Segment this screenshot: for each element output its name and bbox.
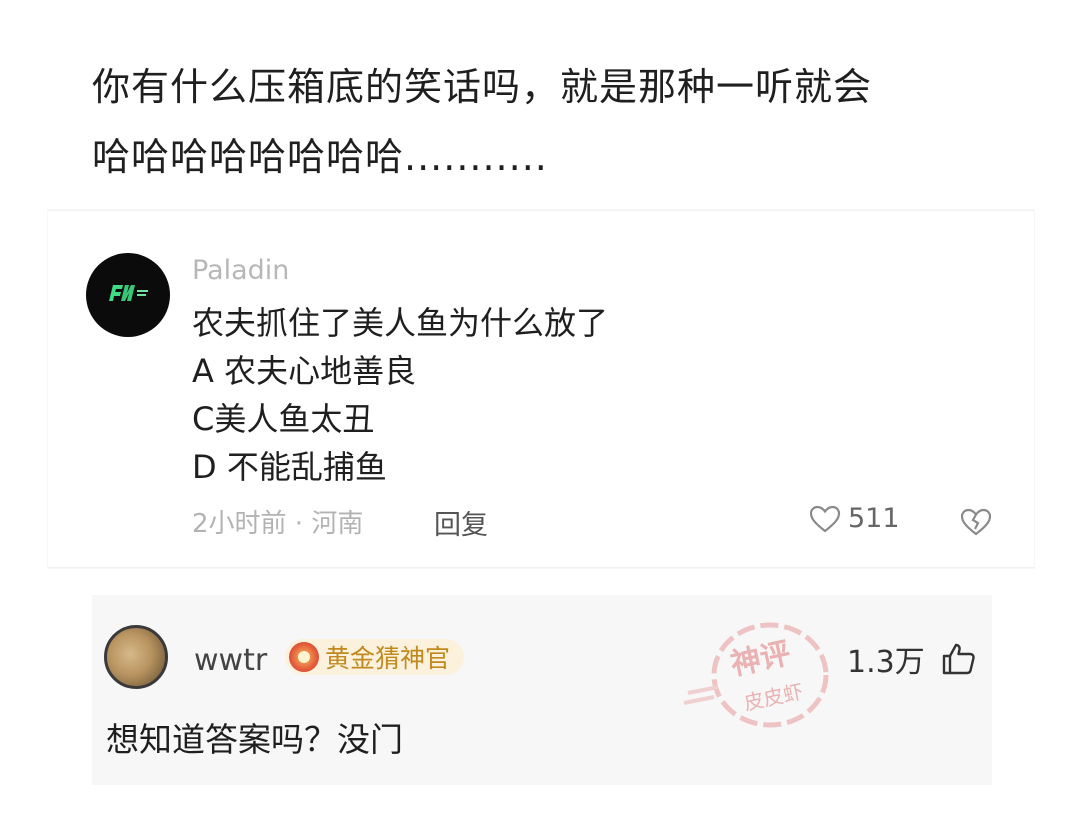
god-comment-card: wwtr 黄金猜神官 神评 皮皮虾 1.3万 想知道答案吗？没门	[92, 595, 992, 785]
comment-body: 想知道答案吗？没门	[106, 720, 403, 759]
avatar[interactable]	[86, 253, 170, 337]
broken-heart-icon	[960, 508, 992, 536]
like-count: 511	[848, 503, 900, 534]
comment-username[interactable]: Paladin	[192, 255, 289, 286]
watermark-line-2: 皮皮虾	[742, 679, 806, 715]
comment-line: D 不能乱捕鱼	[192, 448, 387, 486]
top-comment-card: Paladin 农夫抓住了美人鱼为什么放了 A 农夫心地善良 C美人鱼太丑 D …	[48, 210, 1034, 568]
comment-line: A 农夫心地善良	[192, 352, 417, 390]
brand-logo-icon	[106, 282, 150, 309]
comment-meta: 2小时前 · 河南	[192, 509, 364, 539]
comment-line: 农夫抓住了美人鱼为什么放了	[192, 304, 609, 342]
comment-username[interactable]: wwtr	[194, 643, 267, 678]
user-badge[interactable]: 黄金猜神官	[285, 639, 465, 675]
question-line-1: 你有什么压箱底的笑话吗，就是那种一听就会	[92, 65, 873, 109]
question-title: 你有什么压箱底的笑话吗，就是那种一听就会 哈哈哈哈哈哈哈哈...........	[92, 52, 1012, 192]
reply-button[interactable]: 回复	[434, 503, 488, 542]
question-line-2: 哈哈哈哈哈哈哈哈...........	[92, 135, 548, 179]
badge-label: 黄金猜神官	[325, 644, 451, 673]
like-button[interactable]: 511	[808, 503, 900, 534]
avatar[interactable]	[104, 625, 168, 689]
like-button[interactable]: 1.3万	[847, 637, 977, 681]
dislike-button[interactable]	[959, 507, 993, 541]
watermark-line-1: 神评	[728, 636, 794, 683]
thumbs-up-icon	[942, 643, 975, 675]
comment-line: C美人鱼太丑	[192, 400, 375, 438]
like-count: 1.3万	[847, 645, 925, 680]
heart-outline-icon	[809, 505, 841, 532]
badge-medal-icon	[289, 642, 319, 672]
shenping-watermark: 神评 皮皮虾	[678, 605, 858, 745]
comment-body: 农夫抓住了美人鱼为什么放了 A 农夫心地善良 C美人鱼太丑 D 不能乱捕鱼	[192, 299, 608, 491]
